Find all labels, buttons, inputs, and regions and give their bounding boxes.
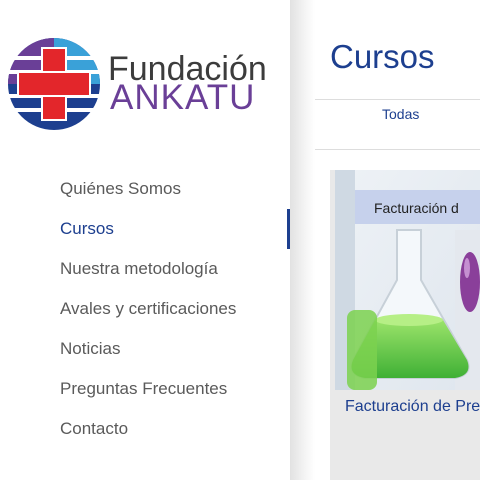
main-content: Cursos Todas Facturación d Facturación d… xyxy=(290,0,480,480)
logo[interactable]: Fundación ANKATU xyxy=(6,36,286,136)
lab-flask-image: Facturación d xyxy=(335,170,480,390)
course-image-caption: Facturación d xyxy=(374,200,459,216)
logo-emblem-icon xyxy=(8,38,100,130)
course-card[interactable]: Facturación d Facturación de Pre xyxy=(330,170,480,480)
brand-subname: ANKATU xyxy=(110,78,256,117)
nav-item-quienes-somos[interactable]: Quiénes Somos xyxy=(60,170,236,210)
nav-item-avales[interactable]: Avales y certificaciones xyxy=(60,290,236,330)
nav-item-noticias[interactable]: Noticias xyxy=(60,330,236,370)
divider xyxy=(315,149,480,150)
sidebar: Fundación ANKATU Quiénes Somos Cursos Nu… xyxy=(0,0,290,480)
nav-item-preguntas-frecuentes[interactable]: Preguntas Frecuentes xyxy=(60,370,236,410)
sidebar-shadow xyxy=(290,0,315,480)
divider xyxy=(315,99,480,100)
nav-item-contacto[interactable]: Contacto xyxy=(60,410,236,450)
course-title[interactable]: Facturación de Pre xyxy=(345,398,480,416)
filter-todas[interactable]: Todas xyxy=(382,106,419,122)
nav-item-nuestra-metodologia[interactable]: Nuestra metodología xyxy=(60,250,236,290)
page-title: Cursos xyxy=(330,38,435,75)
main-nav: Quiénes Somos Cursos Nuestra metodología… xyxy=(60,170,236,450)
nav-item-cursos[interactable]: Cursos xyxy=(60,210,236,250)
course-image[interactable]: Facturación d xyxy=(335,170,480,390)
